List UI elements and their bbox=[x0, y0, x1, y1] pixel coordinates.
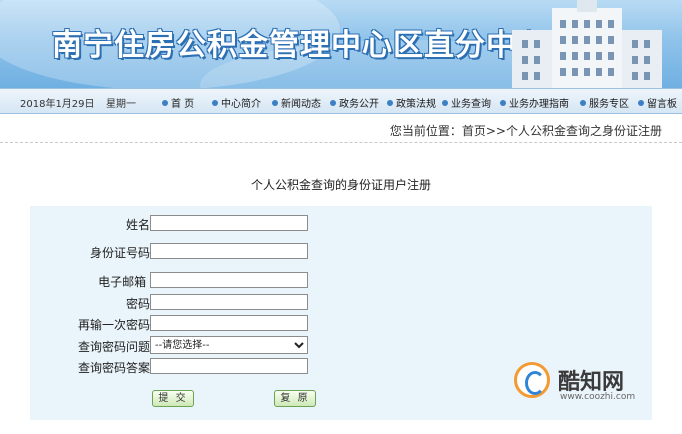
security-question-select[interactable]: --请您选择-- bbox=[150, 336, 308, 354]
bullet-icon bbox=[500, 100, 506, 106]
submit-button[interactable]: 提 交 bbox=[152, 390, 194, 407]
id-number-input[interactable] bbox=[150, 243, 308, 259]
form-row-name: 姓名： bbox=[30, 214, 652, 234]
header-banner: 南宁住房公积金管理中心区直分中心 bbox=[0, 0, 682, 88]
email-input[interactable] bbox=[150, 272, 308, 288]
bullet-icon bbox=[162, 100, 168, 106]
coozhi-logo-icon bbox=[514, 362, 550, 398]
site-title: 南宁住房公积金管理中心区直分中心 bbox=[52, 28, 548, 63]
password-confirm-input[interactable] bbox=[150, 315, 308, 331]
form-row-id: 身份证号码： bbox=[30, 242, 652, 262]
nav-weekday: 星期一 bbox=[106, 99, 136, 110]
name-input[interactable] bbox=[150, 215, 308, 231]
nav-item-service-zone[interactable]: 服务专区 bbox=[580, 95, 629, 110]
nav-item-news[interactable]: 新闻动态 bbox=[272, 95, 321, 110]
watermark-site: www.coozhi.com bbox=[560, 392, 636, 402]
watermark: 酷知网 www.coozhi.com bbox=[510, 360, 660, 410]
nav-item-business-query[interactable]: 业务查询 bbox=[442, 95, 491, 110]
main-navigation: 2018年1月29日 星期一 首 页 中心简介 新闻动态 政务公开 政策法规 业… bbox=[0, 88, 682, 114]
nav-item-about[interactable]: 中心简介 bbox=[212, 95, 261, 110]
bullet-icon bbox=[442, 100, 448, 106]
nav-date: 2018年1月29日 bbox=[20, 99, 95, 110]
form-row-email: 电子邮箱 ： bbox=[30, 271, 652, 291]
nav-item-policies[interactable]: 政策法规 bbox=[387, 95, 436, 110]
nav-item-home[interactable]: 首 页 bbox=[162, 95, 194, 110]
nav-item-government-affairs[interactable]: 政务公开 bbox=[330, 95, 379, 110]
reset-button[interactable]: 复 原 bbox=[274, 390, 316, 407]
bullet-icon bbox=[387, 100, 393, 106]
building-illustration bbox=[512, 0, 662, 88]
bullet-icon bbox=[580, 100, 586, 106]
breadcrumb: 您当前位置：首页>>个人公积金查询之身份证注册 bbox=[389, 124, 662, 138]
nav-item-message-board[interactable]: 留言板 bbox=[638, 95, 677, 110]
page-title: 个人公积金查询的身份证用户注册 bbox=[250, 178, 431, 192]
bullet-icon bbox=[330, 100, 336, 106]
form-row-question: 查询密码问题： --请您选择-- bbox=[30, 336, 652, 356]
nav-item-business-guide[interactable]: 业务办理指南 bbox=[500, 95, 569, 110]
form-row-password-confirm: 再输一次密码： bbox=[30, 314, 652, 334]
bullet-icon bbox=[272, 100, 278, 106]
bullet-icon bbox=[638, 100, 644, 106]
breadcrumb-bar: 您当前位置：首页>>个人公积金查询之身份证注册 bbox=[0, 114, 682, 143]
password-input[interactable] bbox=[150, 294, 308, 310]
form-row-password: 密码： bbox=[30, 293, 652, 313]
bullet-icon bbox=[212, 100, 218, 106]
security-answer-input[interactable] bbox=[150, 358, 308, 374]
